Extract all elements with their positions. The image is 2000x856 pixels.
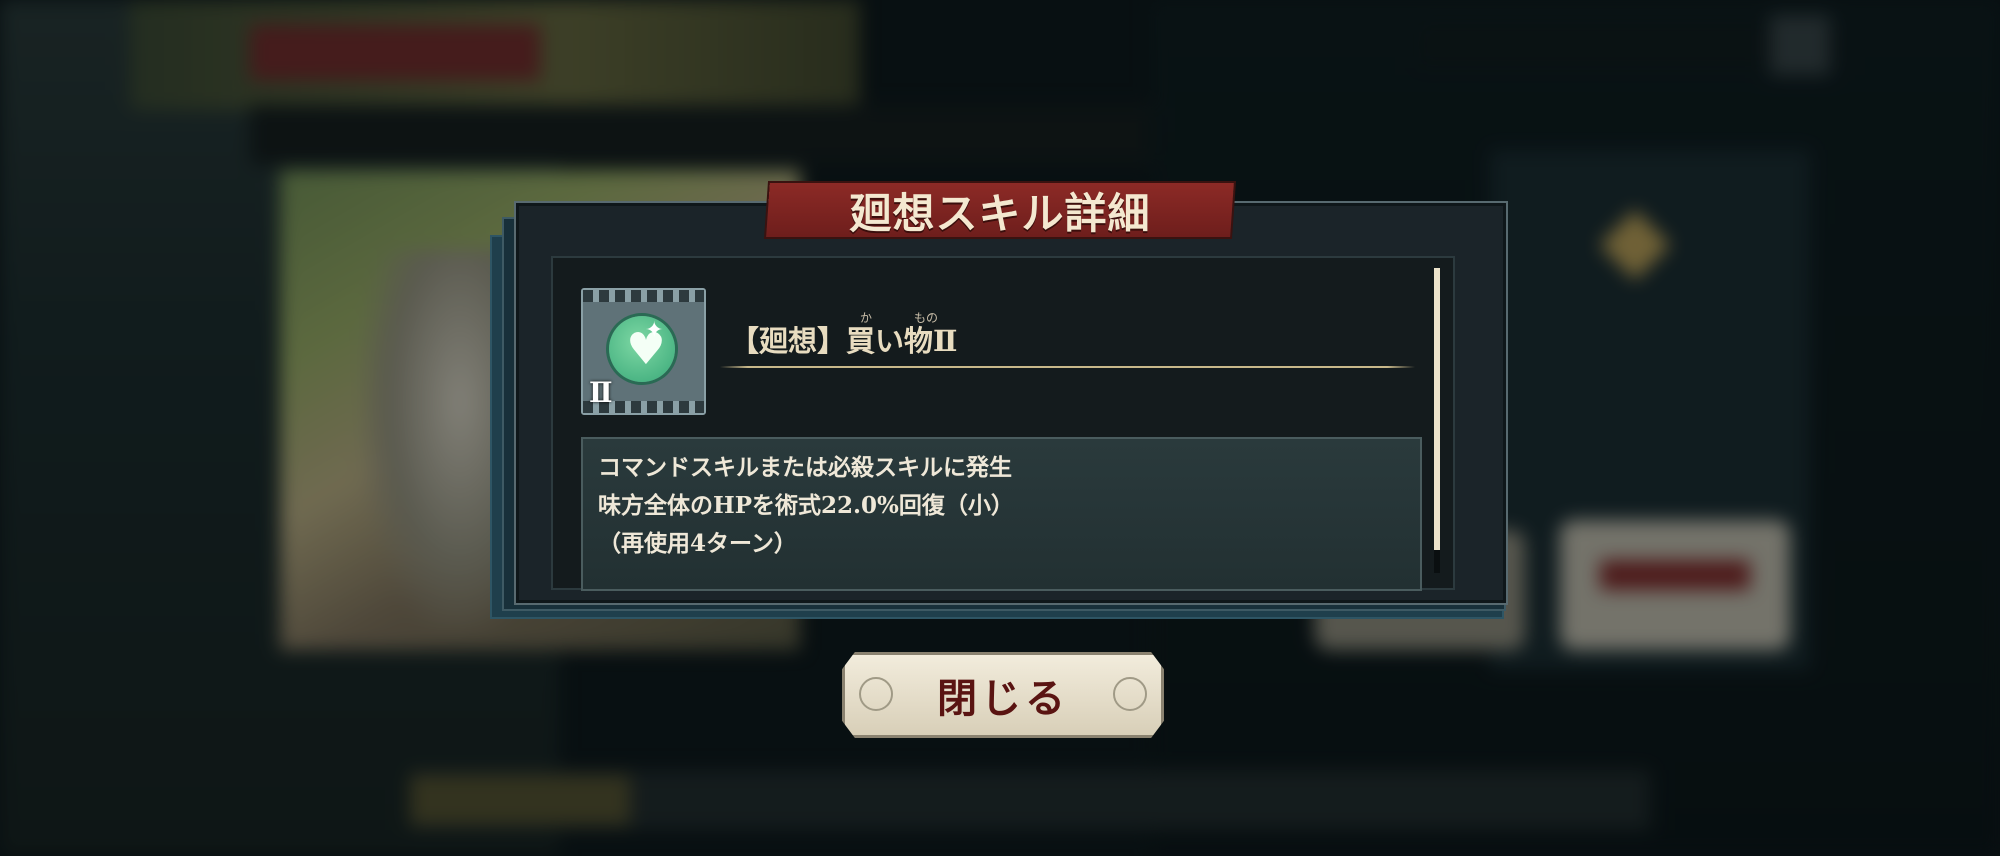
description-line-3: （再使用4ターン）	[598, 530, 797, 557]
close-button[interactable]: 閉じる	[842, 652, 1164, 738]
skill-rank: Ⅱ	[589, 376, 613, 409]
sparkle-icon: ✦	[645, 318, 664, 343]
description-line-2: 味方全体のHPを術式22.0%回復（小）	[598, 492, 1014, 519]
scrollbar-thumb[interactable]	[1434, 268, 1440, 550]
skill-icon: ♥ ✦ Ⅱ	[581, 288, 706, 415]
ornament-right-icon	[1113, 677, 1147, 711]
skill-name: 【廻想】買い物Ⅱ	[730, 324, 958, 358]
divider	[720, 366, 1415, 368]
dialog-title: 廻想スキル詳細	[849, 188, 1151, 238]
description-line-1: コマンドスキルまたは必殺スキルに発生	[598, 454, 1012, 481]
ornament-left-icon	[859, 677, 893, 711]
close-button-label: 閉じる	[937, 675, 1069, 722]
